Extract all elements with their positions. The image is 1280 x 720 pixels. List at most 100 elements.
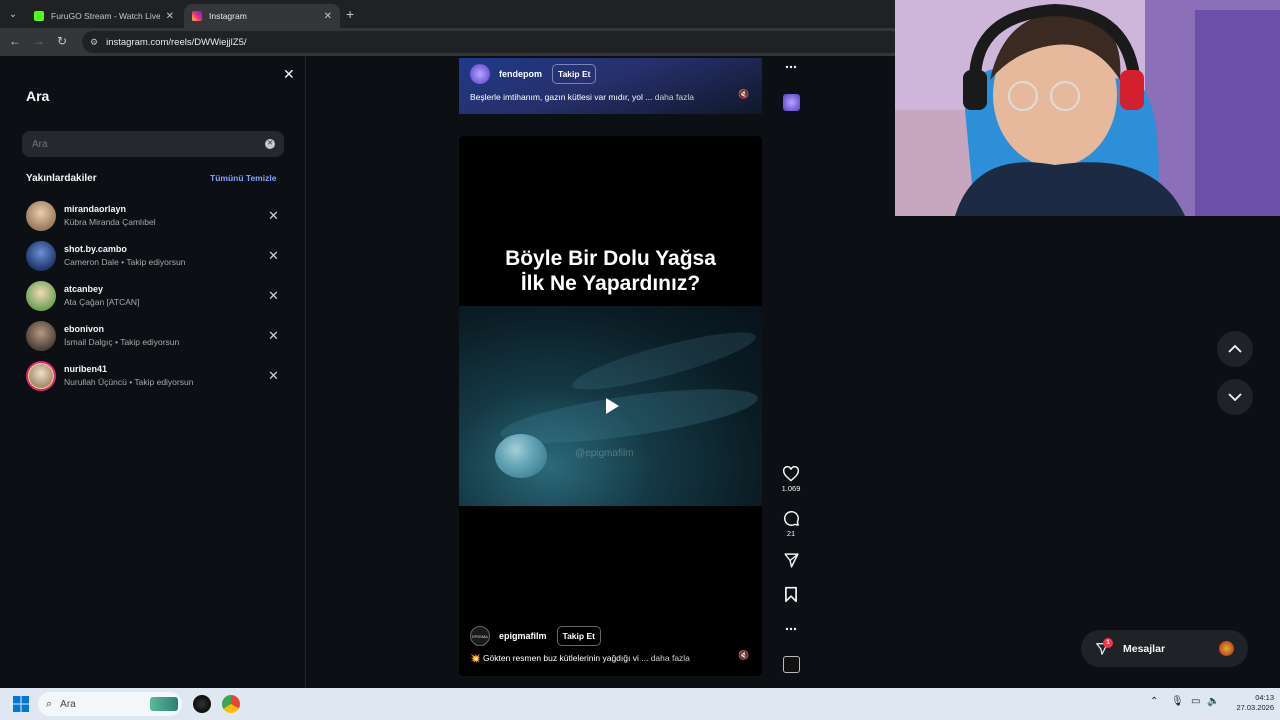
- clock-date: 27.03.2026: [1236, 703, 1274, 712]
- play-icon[interactable]: [599, 394, 623, 418]
- avatar[interactable]: [470, 64, 490, 84]
- address-bar[interactable]: ⚙ instagram.com/reels/DWWiejjlZ5/: [82, 31, 902, 53]
- blanket-fold: [568, 321, 760, 401]
- recent-subtitle: İsmail Dalgıç • Takip ediyorsun: [64, 337, 180, 347]
- recent-username: shot.by.cambo: [64, 244, 127, 254]
- site-info-icon[interactable]: ⚙: [90, 37, 98, 48]
- system-clock[interactable]: 04:13 27.03.2026: [1226, 693, 1274, 713]
- recent-heading: Yakınlardakiler: [26, 173, 97, 184]
- reel-caption[interactable]: Beşlerle imtihanım, gazın kütlesi var mı…: [470, 92, 694, 102]
- reel-caption[interactable]: 💥 Gökten resmen buz kütlelerinin yağdığı…: [470, 653, 690, 664]
- clear-all-button[interactable]: Tümünü Temizle: [210, 173, 276, 183]
- more-link[interactable]: daha fazla: [655, 92, 694, 102]
- remove-recent-close-icon[interactable]: ✕: [268, 328, 279, 344]
- search-icon: ⌕: [46, 697, 53, 710]
- remove-recent-close-icon[interactable]: ✕: [268, 368, 279, 384]
- webcam-person-image: [895, 0, 1280, 216]
- chevron-down-icon: [1228, 393, 1242, 401]
- reel-video[interactable]: @epigmafilm: [459, 306, 762, 506]
- new-tab-plus-icon[interactable]: +: [346, 6, 354, 22]
- back-arrow-icon[interactable]: ←: [9, 34, 21, 48]
- messages-label: Mesajlar: [1123, 642, 1166, 655]
- heart-icon: [782, 466, 800, 482]
- audio-thumbnail-icon[interactable]: [781, 94, 801, 111]
- bookmark-icon: [785, 586, 797, 603]
- avatar: [1219, 641, 1234, 656]
- forward-arrow-icon[interactable]: →: [33, 34, 45, 48]
- recent-search-item[interactable]: nuriben41 Nurullah Üçüncü • Takip ediyor…: [26, 361, 286, 393]
- search-panel: ✕ Ara ✕ Yakınlardakiler Tümünü Temizle m…: [0, 56, 306, 688]
- mute-icon[interactable]: 🔇: [738, 89, 749, 100]
- previous-reel[interactable]: fendepom Takip Et Beşlerle imtihanım, ga…: [459, 58, 762, 114]
- recent-username: nuriben41: [64, 364, 108, 374]
- reel-headline: Böyle Bir Dolu Yağsa İlk Ne Yapardınız?: [459, 246, 762, 296]
- tab-close-icon[interactable]: ✕: [324, 11, 332, 22]
- search-box[interactable]: ✕: [22, 131, 284, 157]
- reel-author: EPIGMA epigmafilm Takip Et: [470, 626, 601, 646]
- search-input[interactable]: [32, 138, 252, 150]
- close-icon[interactable]: ✕: [283, 66, 295, 83]
- audio-thumbnail-icon[interactable]: [781, 656, 801, 673]
- reload-icon[interactable]: ↻: [57, 34, 67, 48]
- remove-recent-close-icon[interactable]: ✕: [268, 208, 279, 224]
- windows-taskbar: ⌕ Ara ⌃ 🎙 ▭ 🔈 04:13 27.03.2026: [0, 688, 1280, 720]
- next-reel-button[interactable]: [1217, 379, 1253, 415]
- tab-close-icon[interactable]: ✕: [166, 11, 174, 22]
- recent-search-item[interactable]: mirandaorlayn Kübra Miranda Çamlıbel ✕: [26, 201, 286, 233]
- recent-subtitle: Kübra Miranda Çamlıbel: [64, 217, 156, 227]
- windows-start-icon[interactable]: [13, 696, 29, 712]
- hailstone: [495, 434, 547, 478]
- chevron-up-icon[interactable]: ⌃: [1150, 696, 1158, 707]
- headline-line: İlk Ne Yapardınız?: [520, 272, 701, 295]
- panel-title: Ara: [26, 88, 50, 104]
- current-reel[interactable]: Böyle Bir Dolu Yağsa İlk Ne Yapardınız? …: [459, 136, 762, 676]
- messages-button[interactable]: 1 Mesajlar: [1081, 630, 1248, 667]
- avatar[interactable]: EPIGMA: [470, 626, 490, 646]
- chevron-up-icon: [1228, 345, 1242, 353]
- follow-button[interactable]: Takip Et: [556, 626, 601, 646]
- recent-subtitle: Nurullah Üçüncü • Takip ediyorsun: [64, 377, 194, 387]
- webcam-overlay: [895, 0, 1280, 216]
- recent-search-item[interactable]: ebonivon İsmail Dalgıç • Takip ediyorsun…: [26, 321, 286, 353]
- microphone-icon[interactable]: 🎙: [1171, 696, 1184, 707]
- follow-button[interactable]: Takip Et: [552, 64, 597, 84]
- remove-recent-close-icon[interactable]: ✕: [268, 248, 279, 264]
- avatar: [26, 281, 56, 311]
- recent-subtitle: Cameron Dale • Takip ediyorsun: [64, 257, 186, 267]
- more-options-icon[interactable]: [781, 60, 801, 74]
- clock-time: 04:13: [1255, 693, 1274, 702]
- network-icon[interactable]: ▭: [1191, 696, 1200, 707]
- avatar: [26, 241, 56, 271]
- remove-recent-close-icon[interactable]: ✕: [268, 288, 279, 304]
- comment-count: 21: [786, 529, 796, 538]
- recent-subtitle: Ata Çağan [ATCAN]: [64, 297, 140, 307]
- taskbar-search-box[interactable]: ⌕ Ara: [38, 692, 182, 716]
- tab-search-chevron-icon[interactable]: ⌄: [4, 5, 22, 23]
- more-options-icon[interactable]: [781, 622, 801, 636]
- avatar: [26, 361, 56, 391]
- more-link[interactable]: daha fazla: [651, 653, 690, 663]
- reel-author: fendepom Takip Et: [470, 64, 597, 84]
- like-button[interactable]: 1.069: [781, 466, 801, 493]
- instagram-favicon-icon: [192, 11, 202, 21]
- tab-instagram[interactable]: Instagram ✕: [184, 4, 340, 28]
- like-count: 1.069: [781, 484, 801, 493]
- volume-icon[interactable]: 🔈: [1207, 696, 1219, 707]
- avatar: [26, 321, 56, 351]
- recent-search-item[interactable]: atcanbey Ata Çağan [ATCAN] ✕: [26, 281, 286, 313]
- mute-icon[interactable]: 🔇: [738, 650, 749, 661]
- taskbar-search-placeholder: Ara: [60, 698, 76, 710]
- obs-app-icon[interactable]: [193, 695, 211, 713]
- reel-username[interactable]: epigmafilm: [499, 631, 547, 641]
- tab-furugo[interactable]: FuruGO Stream - Watch Live on ✕: [26, 4, 182, 28]
- comment-button[interactable]: 21: [781, 509, 801, 538]
- comment-icon: [784, 511, 799, 526]
- clear-search-icon[interactable]: ✕: [265, 139, 275, 149]
- chrome-app-icon[interactable]: [222, 695, 240, 713]
- recent-search-item[interactable]: shot.by.cambo Cameron Dale • Takip ediyo…: [26, 241, 286, 273]
- share-button[interactable]: [781, 552, 801, 569]
- tab-title: Instagram: [209, 11, 247, 21]
- save-button[interactable]: [781, 586, 801, 603]
- reel-username[interactable]: fendepom: [499, 69, 542, 79]
- previous-reel-button[interactable]: [1217, 331, 1253, 367]
